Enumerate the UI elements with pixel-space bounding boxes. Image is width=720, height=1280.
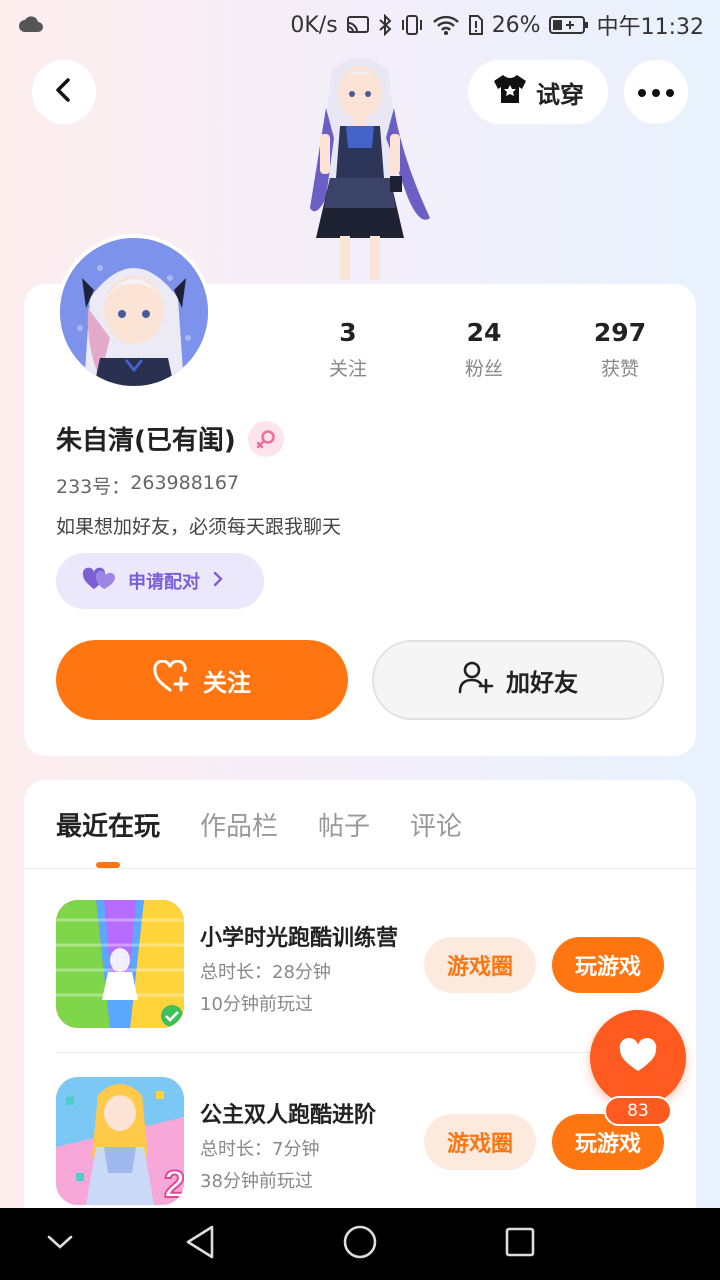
game-circle-button[interactable]: 游戏圈 xyxy=(424,1114,536,1170)
game-title: 小学时光跑酷训练营 xyxy=(200,926,399,951)
square-recents-icon xyxy=(504,1226,536,1262)
user-id-label: 233号： xyxy=(56,476,131,498)
heart-plus-icon xyxy=(153,659,191,700)
stat-label: 获赞 xyxy=(600,358,639,380)
hide-nav-button[interactable] xyxy=(38,1222,82,1266)
try-on-button[interactable]: 试穿 xyxy=(468,60,608,124)
apply-pairing-button[interactable]: 申请配对 xyxy=(56,553,264,609)
add-friend-button[interactable]: 加好友 xyxy=(372,640,664,720)
status-indicators: 0K/s 26% 中午11:32 xyxy=(290,10,704,41)
like-button[interactable] xyxy=(590,1010,686,1106)
stat-followers[interactable]: 24 粉丝 xyxy=(416,318,552,381)
username-row: 朱自清(已有闺) xyxy=(56,420,284,457)
svg-text:2: 2 xyxy=(164,1164,184,1205)
back-arrow-icon xyxy=(52,76,76,108)
battery-icon xyxy=(548,14,589,36)
tab-works[interactable]: 作品栏 xyxy=(200,806,278,843)
user-id-value: 263988167 xyxy=(130,472,240,494)
sim-alert-icon xyxy=(468,14,484,36)
stat-label: 粉丝 xyxy=(464,358,503,380)
nav-back-button[interactable] xyxy=(178,1222,222,1266)
game-duration: 总时长： 28分钟 xyxy=(200,958,331,984)
status-bar: 0K/s 26% 中午11:32 xyxy=(0,0,720,50)
cloud-icon xyxy=(18,14,44,38)
triangle-back-icon xyxy=(184,1224,216,1264)
user-id: 233号： 263988167 xyxy=(56,472,239,499)
vibrate-icon xyxy=(400,14,424,36)
clock: 中午11:32 xyxy=(596,15,704,40)
divider xyxy=(24,868,696,869)
game-duration: 总时长： 7分钟 xyxy=(200,1135,319,1161)
nav-recents-button[interactable] xyxy=(498,1222,542,1266)
stat-value: 24 xyxy=(466,318,502,347)
stat-label: 关注 xyxy=(328,358,367,380)
recent-games-card: 最近在玩 作品栏 帖子 评论 小学时光跑酷训练营 总时长： 28分钟 10分钟前… xyxy=(24,780,696,1240)
female-gender-icon xyxy=(247,420,284,457)
double-heart-icon xyxy=(82,567,116,596)
more-dots-icon xyxy=(636,83,676,102)
add-user-icon xyxy=(458,660,494,700)
game-icon-school-parkour[interactable] xyxy=(56,900,184,1028)
follow-label: 关注 xyxy=(203,668,251,697)
stat-likes: 297 获赞 xyxy=(552,318,688,381)
tab-posts[interactable]: 帖子 xyxy=(318,806,370,843)
stat-value: 297 xyxy=(593,318,647,347)
duration-label: 总时长： xyxy=(200,962,272,983)
circle-home-icon xyxy=(342,1224,378,1264)
game-title: 公主双人跑酷进阶 xyxy=(200,1103,377,1128)
more-button[interactable] xyxy=(624,60,688,124)
game-icon-princess-parkour[interactable]: 2 xyxy=(56,1077,184,1205)
duration-value: 28分钟 xyxy=(272,962,331,983)
tab-recently-played[interactable]: 最近在玩 xyxy=(56,806,160,843)
stat-following[interactable]: 3 关注 xyxy=(280,318,416,381)
battery-percent: 26% xyxy=(491,12,541,38)
shirt-icon xyxy=(492,73,528,111)
network-speed: 0K/s xyxy=(290,12,338,38)
profile-tabs: 最近在玩 作品栏 帖子 评论 xyxy=(56,806,462,843)
wifi-icon xyxy=(432,14,460,36)
profile-stats: 3 关注 24 粉丝 297 获赞 xyxy=(280,318,700,381)
avatar-character-hero xyxy=(280,48,440,284)
apply-pairing-label: 申请配对 xyxy=(128,572,200,593)
tab-comments[interactable]: 评论 xyxy=(410,806,462,843)
heart-icon xyxy=(618,1037,658,1078)
cast-icon xyxy=(346,15,370,35)
bluetooth-icon xyxy=(378,14,392,36)
list-item[interactable]: 小学时光跑酷训练营 总时长： 28分钟 10分钟前玩过 游戏圈 玩游戏 xyxy=(56,900,664,1030)
duration-label: 总时长： xyxy=(200,1139,272,1160)
chevron-right-icon xyxy=(212,570,224,593)
game-circle-button[interactable]: 游戏圈 xyxy=(424,937,536,993)
back-button[interactable] xyxy=(32,60,96,124)
chevron-down-icon xyxy=(46,1233,74,1255)
user-bio: 如果想加好友，必须每天跟我聊天 xyxy=(56,516,342,538)
like-count-badge: 83 xyxy=(604,1096,672,1126)
game-last-played: 38分钟前玩过 xyxy=(200,1171,313,1192)
username: 朱自清(已有闺) xyxy=(56,426,236,456)
system-nav-bar xyxy=(0,1208,720,1280)
stat-value: 3 xyxy=(339,318,357,347)
game-last-played: 10分钟前玩过 xyxy=(200,994,313,1015)
follow-button[interactable]: 关注 xyxy=(56,640,348,720)
try-on-label: 试穿 xyxy=(536,80,584,109)
list-item[interactable]: 2 公主双人跑酷进阶 总时长： 7分钟 38分钟前玩过 游戏圈 玩游戏 xyxy=(56,1077,664,1207)
avatar[interactable] xyxy=(56,234,212,390)
duration-value: 7分钟 xyxy=(272,1139,320,1160)
nav-home-button[interactable] xyxy=(338,1222,382,1266)
divider xyxy=(56,1052,664,1053)
add-friend-label: 加好友 xyxy=(506,668,578,697)
play-game-button[interactable]: 玩游戏 xyxy=(552,937,664,993)
